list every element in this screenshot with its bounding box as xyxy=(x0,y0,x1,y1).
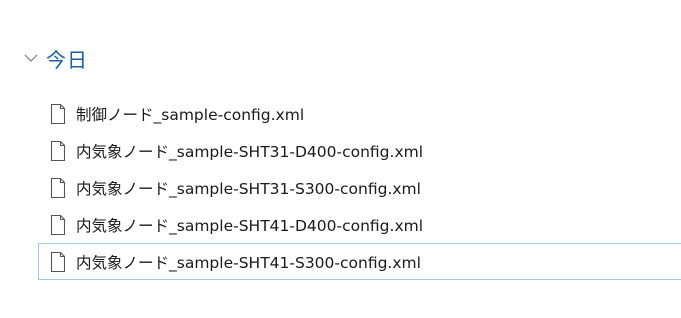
chevron-down-icon xyxy=(24,54,38,62)
file-name: 内気象ノード_sample-SHT31-S300-config.xml xyxy=(76,179,421,198)
file-item[interactable]: 内気象ノード_sample-SHT31-S300-config.xml xyxy=(38,169,681,206)
group-title: 今日 xyxy=(46,47,88,72)
file-list: 制御ノード_sample-config.xml 内気象ノード_sample-SH… xyxy=(38,95,681,280)
file-item[interactable]: 内気象ノード_sample-SHT31-D400-config.xml xyxy=(38,132,681,169)
file-name: 制御ノード_sample-config.xml xyxy=(76,105,305,124)
document-icon xyxy=(50,214,66,235)
file-item[interactable]: 内気象ノード_sample-SHT41-D400-config.xml xyxy=(38,206,681,243)
document-icon xyxy=(50,140,66,161)
document-icon xyxy=(50,251,66,272)
document-icon xyxy=(50,177,66,198)
document-icon xyxy=(50,103,66,124)
file-name: 内気象ノード_sample-SHT41-S300-config.xml xyxy=(76,253,421,272)
group-header-today[interactable]: 今日 xyxy=(22,42,88,74)
file-item[interactable]: 制御ノード_sample-config.xml xyxy=(38,95,681,132)
file-name: 内気象ノード_sample-SHT41-D400-config.xml xyxy=(76,216,424,235)
file-name: 内気象ノード_sample-SHT31-D400-config.xml xyxy=(76,142,424,161)
file-item-selected[interactable]: 内気象ノード_sample-SHT41-S300-config.xml xyxy=(38,243,681,280)
